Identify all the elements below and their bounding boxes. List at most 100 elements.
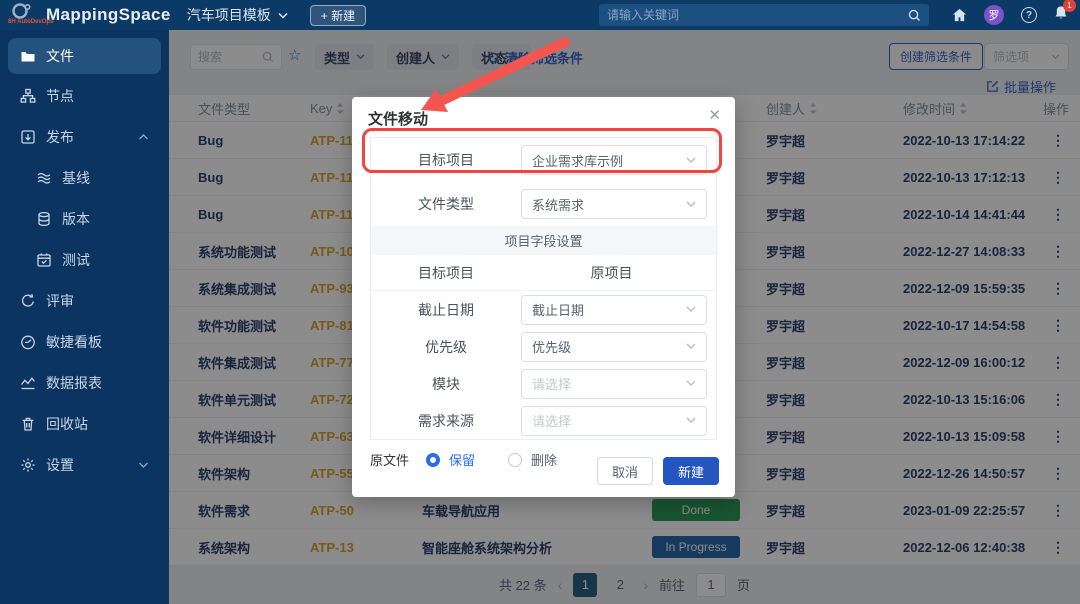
sidebar-item-review[interactable]: 评审 [8, 280, 161, 321]
search-icon [908, 9, 921, 22]
kanban-icon [20, 334, 36, 350]
sidebar-item-trash[interactable]: 回收站 [8, 403, 161, 444]
sidebar-item-label: 评审 [46, 291, 74, 311]
sidebar-item-label: 版本 [62, 209, 90, 229]
notification-bell[interactable]: 1 [1054, 5, 1068, 25]
file-type-row: 文件类型 系统需求 [371, 182, 716, 226]
sidebar-item-label: 设置 [46, 455, 74, 475]
sidebar-item-label: 文件 [46, 46, 74, 66]
target-project-row: 目标项目 企业需求库示例 [371, 138, 716, 182]
field-mapping-row: 模块请选择 [371, 365, 716, 402]
field-mapping-row: 需求来源请选择 [371, 402, 716, 439]
field-select[interactable]: 请选择 [521, 369, 707, 399]
chevron-down-icon [686, 306, 696, 313]
top-header: 8H AutoDevOps MappingSpace 汽车项目模板 + 新建 罗… [0, 0, 1080, 30]
field-select[interactable]: 截止日期 [521, 295, 707, 325]
report-icon [20, 375, 36, 391]
confirm-new-button[interactable]: 新建 [663, 457, 719, 485]
sidebar-item-label: 基线 [62, 168, 90, 188]
sidebar-item-version[interactable]: 版本 [8, 198, 161, 239]
app-logo: 8H AutoDevOps [6, 0, 40, 30]
sidebar-item-test[interactable]: 测试 [8, 239, 161, 280]
cancel-button[interactable]: 取消 [597, 457, 653, 485]
radio-keep[interactable] [426, 453, 440, 467]
modal-header: 文件移动 ✕ [352, 97, 735, 135]
field-mapping-row: 优先级优先级 [371, 328, 716, 365]
file-type-select[interactable]: 系统需求 [521, 189, 707, 219]
main-content: ☆ 类型创建人状态 清除筛选条件 创建筛选条件 筛选项 批量操作 文件类型Key… [169, 30, 1080, 604]
field-select[interactable]: 请选择 [521, 406, 707, 436]
modal-buttons: 取消 新建 [597, 457, 719, 485]
review-icon [20, 293, 36, 309]
radio-keep-label: 保留 [449, 450, 475, 469]
global-search-input[interactable] [607, 8, 908, 22]
sidebar-item-label: 测试 [62, 250, 90, 270]
sidebar-item-label: 发布 [46, 127, 74, 147]
sidebar-item-nodes[interactable]: 节点 [8, 75, 161, 116]
field-label: 优先级 [371, 337, 521, 357]
sidebar-item-kanban[interactable]: 敏捷看板 [8, 321, 161, 362]
logo-swirl-icon [10, 2, 32, 20]
home-icon[interactable] [952, 8, 967, 22]
avatar[interactable]: 罗 [984, 5, 1004, 25]
field-settings-column-header: 目标项目 原项目 [371, 255, 716, 291]
test-icon [36, 252, 52, 268]
header-right: 罗 ? 1 [599, 4, 1068, 26]
sidebar-item-baseline[interactable]: 基线 [8, 157, 161, 198]
version-icon [36, 211, 52, 227]
file-type-label: 文件类型 [371, 194, 521, 214]
sidebar-item-label: 数据报表 [46, 373, 102, 393]
target-project-value: 企业需求库示例 [532, 151, 623, 170]
release-icon [20, 129, 36, 145]
radio-delete[interactable] [508, 453, 522, 467]
field-select[interactable]: 优先级 [521, 332, 707, 362]
chevron-down-icon [686, 157, 696, 164]
sidebar-item-label: 敏捷看板 [46, 332, 102, 352]
logo-text: MappingSpace [46, 5, 171, 25]
radio-delete-label: 删除 [531, 450, 557, 469]
logo-8h-badge: 8H AutoDevOps [8, 19, 53, 25]
field-mapping-row: 截止日期截止日期 [371, 291, 716, 328]
column-target-project: 目标项目 [371, 263, 521, 283]
chevron-down-icon [686, 201, 696, 208]
field-settings-banner: 项目字段设置 [371, 226, 716, 255]
settings-icon [20, 457, 36, 473]
folder-icon [20, 48, 36, 64]
new-item-button[interactable]: + 新建 [310, 5, 366, 26]
sidebar-item-release[interactable]: 发布 [8, 116, 161, 157]
chevron-down-icon [686, 417, 696, 424]
field-select-value: 优先级 [532, 337, 571, 356]
field-select-value: 请选择 [532, 411, 571, 430]
baseline-icon [36, 170, 52, 186]
global-search[interactable] [599, 4, 929, 26]
original-file-label: 原文件 [370, 450, 409, 469]
field-label: 模块 [371, 374, 521, 394]
field-mapping-rows: 截止日期截止日期优先级优先级模块请选择需求来源请选择 [371, 291, 716, 439]
close-icon[interactable]: ✕ [708, 108, 721, 123]
trash-icon [20, 416, 36, 432]
target-project-select[interactable]: 企业需求库示例 [521, 145, 707, 175]
chevron-down-icon [686, 343, 696, 350]
file-type-value: 系统需求 [532, 195, 584, 214]
chevron-up-icon [138, 133, 149, 141]
project-selector[interactable]: 汽车项目模板 [187, 5, 288, 25]
help-icon[interactable]: ? [1021, 7, 1037, 23]
chevron-down-icon [686, 380, 696, 387]
field-select-value: 请选择 [532, 374, 571, 393]
modal-form-box: 目标项目 企业需求库示例 文件类型 系统需求 项目字段设置 [370, 137, 717, 440]
app-root: 8H AutoDevOps MappingSpace 汽车项目模板 + 新建 罗… [0, 0, 1080, 604]
nodes-icon [20, 88, 36, 104]
sidebar-item-report[interactable]: 数据报表 [8, 362, 161, 403]
file-move-modal: 文件移动 ✕ 目标项目 企业需求库示例 文件类型 系统需求 [352, 97, 735, 497]
sidebar: 文件节点发布基线版本测试评审敏捷看板数据报表回收站设置 [0, 30, 169, 604]
target-project-label: 目标项目 [371, 150, 521, 170]
sidebar-item-settings[interactable]: 设置 [8, 444, 161, 485]
sidebar-item-label: 回收站 [46, 414, 88, 434]
field-label: 需求来源 [371, 411, 521, 431]
sidebar-item-folder[interactable]: 文件 [8, 38, 161, 74]
notification-badge: 1 [1063, 0, 1076, 12]
field-select-value: 截止日期 [532, 300, 584, 319]
field-label: 截止日期 [371, 300, 521, 320]
project-selector-label: 汽车项目模板 [187, 5, 271, 25]
chevron-down-icon [278, 12, 288, 19]
